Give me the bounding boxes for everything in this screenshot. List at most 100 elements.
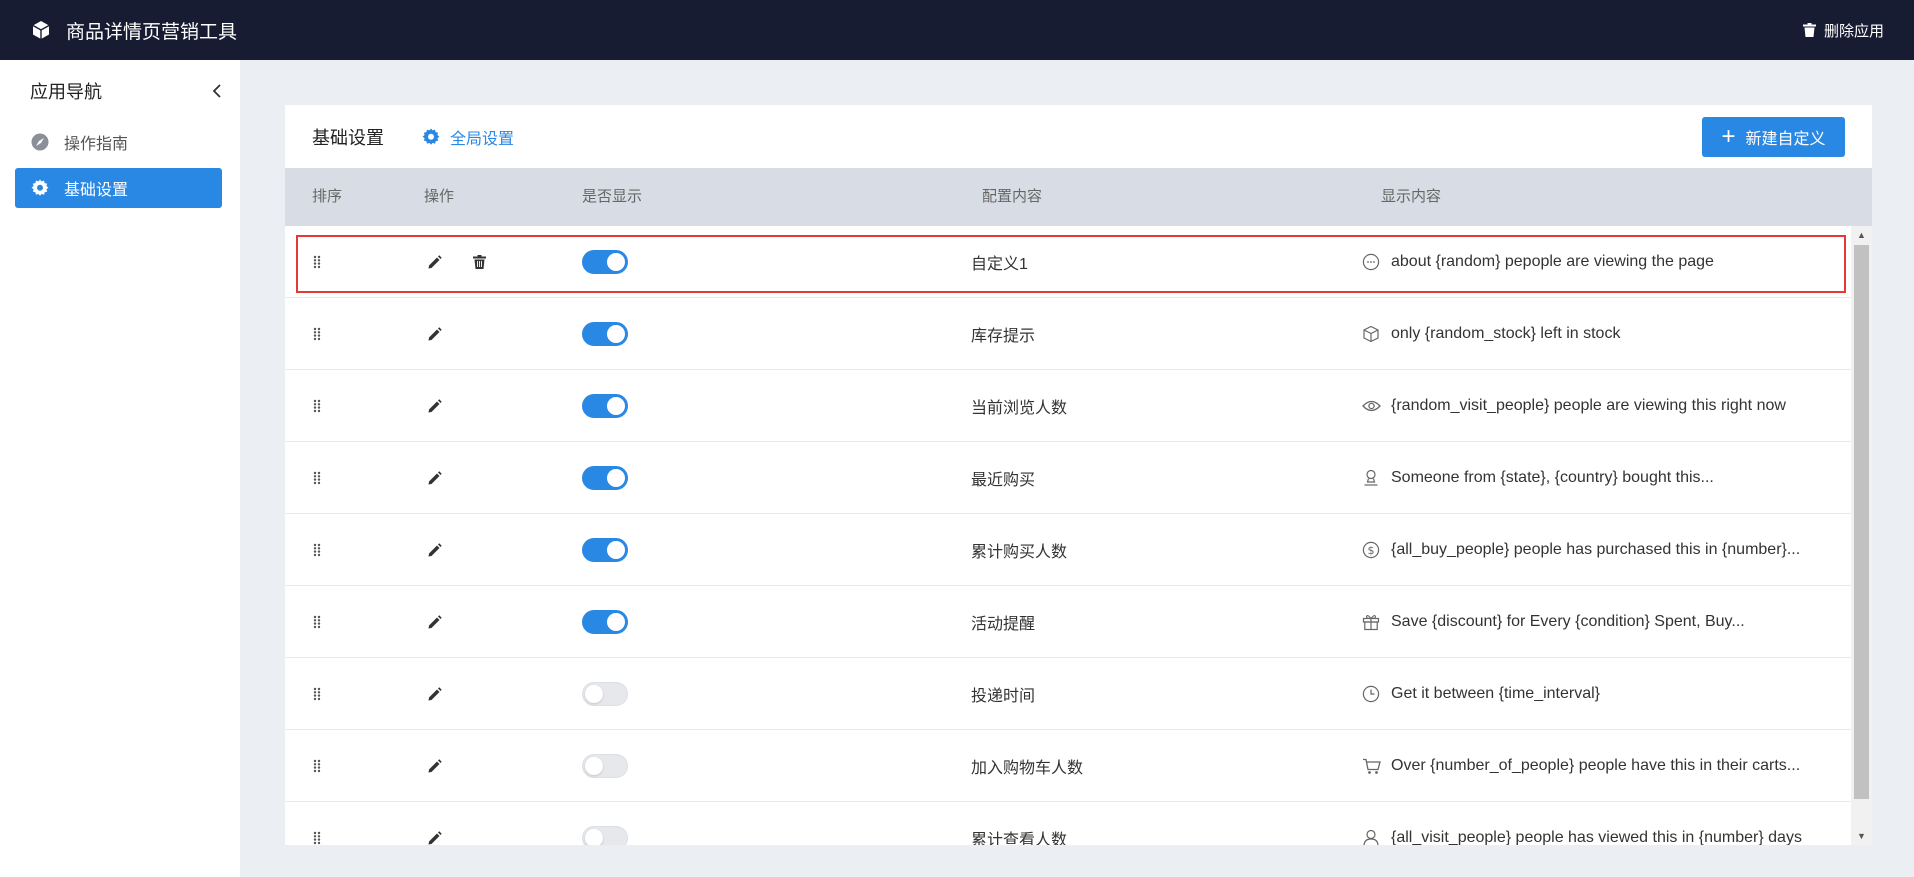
- display-content: Save {discount} for Every {condition} Sp…: [1361, 586, 1745, 658]
- edit-pencil-icon[interactable]: [427, 586, 442, 658]
- config-content: 投递时间: [971, 688, 1036, 705]
- main-panel: 基础设置 全局设置 + 新建自定义 排序 操作 是否显示 配置内容 显示内容 自…: [285, 105, 1872, 845]
- trash-icon: [1802, 23, 1816, 37]
- visibility-toggle[interactable]: [582, 658, 628, 730]
- drag-handle-icon[interactable]: [313, 658, 321, 730]
- sidebar-header: 应用导航: [0, 60, 240, 122]
- drag-handle-icon[interactable]: [313, 370, 321, 442]
- plus-icon: +: [1721, 123, 1736, 150]
- table-row: 累计查看人数 {all_visit_people} people has view…: [285, 802, 1851, 845]
- user-stamp-icon: [1361, 468, 1381, 488]
- gear-icon: [422, 128, 440, 145]
- scroll-down-arrow-icon[interactable]: ▼: [1851, 827, 1872, 845]
- compass-icon: [30, 132, 50, 152]
- sidebar-item-guide[interactable]: 操作指南: [15, 122, 222, 162]
- display-text: about {random} pepople are viewing the p…: [1391, 253, 1714, 270]
- header-display: 显示内容: [1381, 188, 1442, 205]
- sidebar-item-label: 操作指南: [64, 136, 129, 153]
- config-content: 累计查看人数: [971, 832, 1068, 845]
- header-visible: 是否显示: [582, 188, 643, 205]
- eye-icon: [1361, 396, 1381, 416]
- drag-handle-icon[interactable]: [313, 226, 321, 298]
- edit-pencil-icon[interactable]: [427, 514, 442, 586]
- drag-handle-icon[interactable]: [313, 730, 321, 802]
- visibility-toggle[interactable]: [582, 514, 628, 586]
- table-row: 投递时间 Get it between {time_interval}: [285, 658, 1851, 730]
- display-text: {all_visit_people} people has viewed thi…: [1391, 829, 1802, 845]
- header-actions: 操作: [424, 188, 455, 205]
- config-content: 当前浏览人数: [971, 400, 1068, 417]
- display-content: Get it between {time_interval}: [1361, 658, 1600, 730]
- display-text: Over {number_of_people} people have this…: [1391, 757, 1801, 774]
- delete-app-label: 删除应用: [1823, 22, 1884, 40]
- tab-global-settings[interactable]: 全局设置: [422, 125, 514, 149]
- display-content: Someone from {state}, {country} bought t…: [1361, 442, 1714, 514]
- delete-app-button[interactable]: 删除应用: [1802, 0, 1884, 60]
- display-content: {random_visit_people} people are viewing…: [1361, 370, 1786, 442]
- display-text: Someone from {state}, {country} bought t…: [1391, 469, 1714, 486]
- header-sort: 排序: [312, 188, 343, 205]
- delete-trash-icon[interactable]: [473, 226, 486, 298]
- svg-text:$: $: [1368, 544, 1375, 557]
- scrollbar-thumb[interactable]: [1854, 245, 1869, 799]
- visibility-toggle[interactable]: [582, 802, 628, 845]
- new-custom-button[interactable]: + 新建自定义: [1702, 117, 1845, 157]
- table-row: 当前浏览人数 {random_visit_people} people are v…: [285, 370, 1851, 442]
- scroll-up-arrow-icon[interactable]: ▲: [1851, 226, 1872, 244]
- visibility-toggle[interactable]: [582, 298, 628, 370]
- table-row: 加入购物车人数 Over {number_of_people} people ha…: [285, 730, 1851, 802]
- drag-handle-icon[interactable]: [313, 514, 321, 586]
- new-custom-label: 新建自定义: [1745, 131, 1826, 148]
- edit-pencil-icon[interactable]: [427, 298, 442, 370]
- sidebar-heading: 应用导航: [30, 82, 102, 102]
- scrollbar[interactable]: ▲ ▼: [1851, 226, 1872, 845]
- drag-handle-icon[interactable]: [313, 442, 321, 514]
- visibility-toggle[interactable]: [582, 442, 628, 514]
- gift-icon: [1361, 612, 1381, 632]
- edit-pencil-icon[interactable]: [427, 226, 442, 298]
- chat-bubble-icon: [1361, 252, 1381, 272]
- clock-icon: [1361, 684, 1381, 704]
- visibility-toggle[interactable]: [582, 226, 628, 298]
- table-row: 累计购买人数 $ {all_buy_people} people has purch…: [285, 514, 1851, 586]
- display-text: only {random_stock} left in stock: [1391, 325, 1621, 342]
- table-row: 活动提醒 Save {discount} for Every {condition…: [285, 586, 1851, 658]
- visibility-toggle[interactable]: [582, 730, 628, 802]
- table-row: 库存提示 only {random_stock} left in stock: [285, 298, 1851, 370]
- display-text: Get it between {time_interval}: [1391, 685, 1601, 702]
- sidebar-item-label: 基础设置: [64, 182, 129, 199]
- config-content: 自定义1: [971, 256, 1028, 273]
- display-text: {random_visit_people} people are viewing…: [1391, 397, 1786, 414]
- config-content: 活动提醒: [971, 616, 1036, 633]
- cube-logo-icon: [30, 19, 52, 41]
- drag-handle-icon[interactable]: [313, 586, 321, 658]
- header-config: 配置内容: [982, 188, 1043, 205]
- table-header: 排序 操作 是否显示 配置内容 显示内容: [285, 168, 1872, 226]
- edit-pencil-icon[interactable]: [427, 802, 442, 845]
- edit-pencil-icon[interactable]: [427, 730, 442, 802]
- user-icon: [1361, 828, 1381, 845]
- config-content: 最近购买: [971, 472, 1036, 489]
- config-content: 累计购买人数: [971, 544, 1068, 561]
- collapse-chevron-icon[interactable]: [212, 83, 222, 99]
- panel-header: 基础设置 全局设置 + 新建自定义: [285, 105, 1872, 168]
- display-content: Over {number_of_people} people have this…: [1361, 730, 1800, 802]
- visibility-toggle[interactable]: [582, 370, 628, 442]
- app-title: 商品详情页营销工具: [66, 21, 238, 43]
- gear-icon: [30, 178, 50, 198]
- display-text: Save {discount} for Every {condition} Sp…: [1391, 613, 1745, 630]
- top-bar: 商品详情页营销工具 删除应用: [0, 0, 1914, 60]
- tab-basic-settings[interactable]: 基础设置: [312, 124, 384, 150]
- drag-handle-icon[interactable]: [313, 298, 321, 370]
- box-icon: [1361, 324, 1381, 344]
- visibility-toggle[interactable]: [582, 586, 628, 658]
- config-content: 加入购物车人数: [971, 760, 1084, 777]
- drag-handle-icon[interactable]: [313, 802, 321, 845]
- table-body: 自定义1 about {random} pepople are viewing t…: [285, 226, 1851, 845]
- sidebar-item-basic-settings[interactable]: 基础设置: [15, 168, 222, 208]
- dollar-icon: $: [1361, 540, 1381, 560]
- edit-pencil-icon[interactable]: [427, 658, 442, 730]
- cart-icon: [1361, 756, 1381, 776]
- edit-pencil-icon[interactable]: [427, 442, 442, 514]
- edit-pencil-icon[interactable]: [427, 370, 442, 442]
